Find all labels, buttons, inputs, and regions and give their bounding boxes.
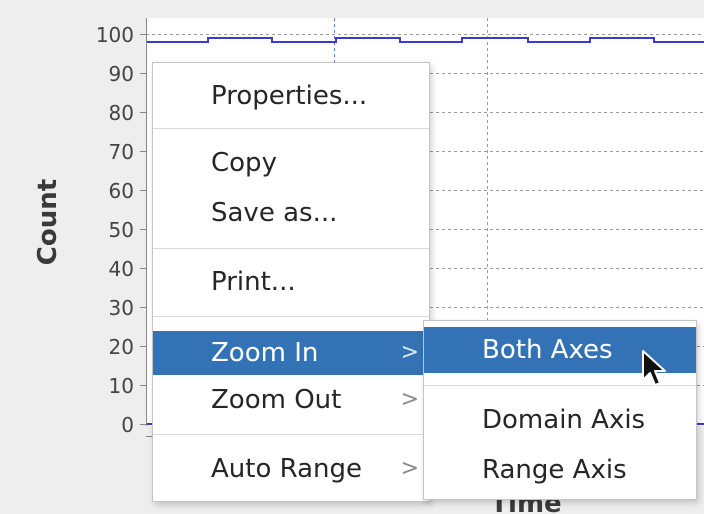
menu-item-print[interactable]: Print... [153, 263, 429, 301]
menu-separator [153, 248, 429, 249]
menu-item-label: Copy [211, 148, 277, 178]
menu-item-label: Properties... [211, 81, 368, 111]
submenu-item-range-axis[interactable]: Range Axis [424, 451, 696, 489]
chevron-right-icon: > [400, 387, 419, 412]
y-axis-label: Count [33, 179, 63, 265]
menu-separator [153, 128, 429, 129]
menu-item-auto-range[interactable]: Auto Range > [153, 450, 429, 488]
menu-item-label: Save as... [211, 198, 338, 228]
menu-separator [153, 316, 429, 317]
menu-separator [153, 434, 429, 435]
zoom-in-submenu: Both Axes Domain Axis Range Axis [423, 320, 697, 500]
menu-item-label: Zoom Out [211, 385, 342, 415]
arrow-pointer-icon [642, 350, 666, 386]
y-tick-label: 30 [109, 296, 134, 320]
y-tick-label: 50 [109, 218, 134, 242]
menu-item-label: Domain Axis [482, 405, 646, 435]
menu-item-save-as[interactable]: Save as... [153, 194, 429, 232]
menu-item-zoom-out[interactable]: Zoom Out > [153, 381, 429, 419]
chart-window: 100 90 80 70 60 50 40 30 20 10 0 Count T… [0, 0, 704, 514]
menu-item-label: Both Axes [482, 335, 613, 365]
menu-item-label: Print... [211, 267, 296, 297]
menu-item-properties[interactable]: Properties... [153, 77, 429, 115]
menu-item-zoom-in[interactable]: Zoom In > [153, 331, 429, 375]
menu-item-copy[interactable]: Copy [153, 144, 429, 182]
menu-item-label: Auto Range [211, 454, 363, 484]
chevron-right-icon: > [400, 456, 419, 481]
y-tick-label: 20 [109, 335, 134, 359]
y-tick-label: 90 [109, 62, 134, 86]
y-tick-label: 10 [109, 374, 134, 398]
menu-item-label: Range Axis [482, 455, 627, 485]
y-tick-label: 70 [109, 140, 134, 164]
y-tick-label: 0 [121, 413, 134, 437]
y-tick-label: 40 [109, 257, 134, 281]
y-tick-label: 80 [109, 101, 134, 125]
chevron-right-icon: > [400, 340, 419, 365]
y-tick-label: 60 [109, 179, 134, 203]
submenu-item-domain-axis[interactable]: Domain Axis [424, 401, 696, 439]
menu-item-label: Zoom In [211, 338, 319, 368]
context-menu: Properties... Copy Save as... Print... Z… [152, 62, 430, 502]
y-tick-label: 100 [96, 23, 134, 47]
